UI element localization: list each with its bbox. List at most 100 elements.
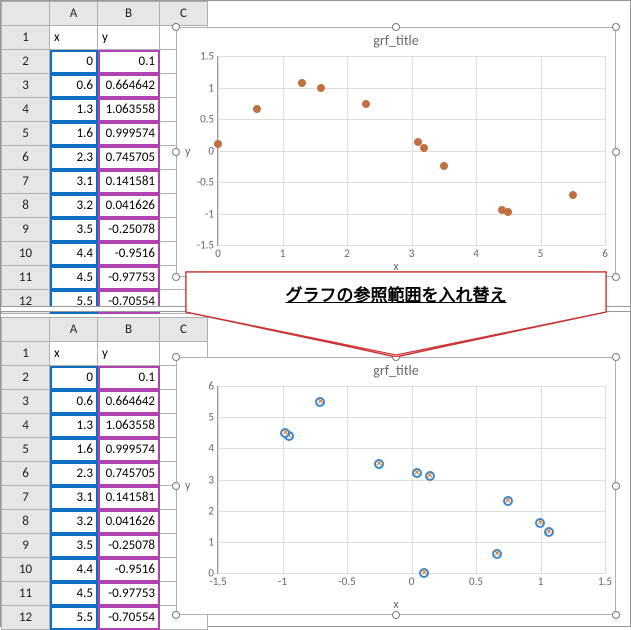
- cell-B12[interactable]: -0.70554: [98, 606, 160, 630]
- data-point[interactable]: [298, 79, 306, 87]
- resize-handle-icon[interactable]: [392, 23, 400, 31]
- row-header-7[interactable]: 7: [2, 486, 50, 510]
- data-point[interactable]: [412, 468, 422, 478]
- resize-handle-icon[interactable]: [612, 148, 620, 156]
- cell-B8[interactable]: 0.041626: [98, 194, 160, 218]
- cell-A7[interactable]: 3.1: [50, 486, 98, 510]
- data-point[interactable]: [503, 496, 513, 506]
- corner-cell[interactable]: [2, 318, 50, 342]
- data-point[interactable]: [315, 397, 325, 407]
- cell-B2[interactable]: 0.1: [98, 366, 160, 390]
- row-header-6[interactable]: 6: [2, 462, 50, 486]
- resize-handle-icon[interactable]: [172, 482, 180, 490]
- col-header-B[interactable]: B: [98, 2, 160, 26]
- data-point[interactable]: [280, 428, 290, 438]
- cell-B11[interactable]: -0.97753: [98, 582, 160, 606]
- col-header-A[interactable]: A: [50, 318, 98, 342]
- cell-B2[interactable]: 0.1: [98, 50, 160, 74]
- cell-B10[interactable]: -0.9516: [98, 242, 160, 266]
- row-header-10[interactable]: 10: [2, 242, 50, 266]
- resize-handle-icon[interactable]: [612, 482, 620, 490]
- cell-B5[interactable]: 0.999574: [98, 122, 160, 146]
- resize-handle-icon[interactable]: [172, 273, 180, 281]
- row-header-5[interactable]: 5: [2, 122, 50, 146]
- cell-B5[interactable]: 0.999574: [98, 438, 160, 462]
- cell-A3[interactable]: 0.6: [50, 390, 98, 414]
- row-header-8[interactable]: 8: [2, 510, 50, 534]
- cell-A8[interactable]: 3.2: [50, 510, 98, 534]
- resize-handle-icon[interactable]: [172, 611, 180, 619]
- data-point[interactable]: [544, 527, 554, 537]
- cell-A1[interactable]: x: [50, 26, 98, 50]
- data-point[interactable]: [374, 459, 384, 469]
- resize-handle-icon[interactable]: [612, 23, 620, 31]
- row-header-11[interactable]: 11: [2, 266, 50, 290]
- cell-A2[interactable]: 0: [50, 50, 98, 74]
- resize-handle-icon[interactable]: [172, 23, 180, 31]
- row-header-10[interactable]: 10: [2, 558, 50, 582]
- row-header-9[interactable]: 9: [2, 534, 50, 558]
- data-point[interactable]: [504, 208, 512, 216]
- cell-A6[interactable]: 2.3: [50, 146, 98, 170]
- row-header-2[interactable]: 2: [2, 366, 50, 390]
- row-header-1[interactable]: 1: [2, 342, 50, 366]
- resize-handle-icon[interactable]: [172, 353, 180, 361]
- cell-B3[interactable]: 0.664642: [98, 74, 160, 98]
- cell-A11[interactable]: 4.5: [50, 582, 98, 606]
- row-header-9[interactable]: 9: [2, 218, 50, 242]
- cell-A3[interactable]: 0.6: [50, 74, 98, 98]
- data-point[interactable]: [317, 84, 325, 92]
- cell-B7[interactable]: 0.141581: [98, 170, 160, 194]
- row-header-5[interactable]: 5: [2, 438, 50, 462]
- cell-B7[interactable]: 0.141581: [98, 486, 160, 510]
- chart-title[interactable]: grf_title: [177, 28, 615, 49]
- cell-A1[interactable]: x: [50, 342, 98, 366]
- data-point[interactable]: [253, 105, 261, 113]
- row-header-11[interactable]: 11: [2, 582, 50, 606]
- resize-handle-icon[interactable]: [172, 148, 180, 156]
- row-header-6[interactable]: 6: [2, 146, 50, 170]
- cell-A9[interactable]: 3.5: [50, 218, 98, 242]
- cell-A6[interactable]: 2.3: [50, 462, 98, 486]
- row-header-3[interactable]: 3: [2, 390, 50, 414]
- cell-A11[interactable]: 4.5: [50, 266, 98, 290]
- data-point[interactable]: [569, 191, 577, 199]
- cell-B9[interactable]: -0.25078: [98, 218, 160, 242]
- chart-title[interactable]: grf_title: [177, 358, 615, 379]
- cell-B6[interactable]: 0.745705: [98, 462, 160, 486]
- col-header-B[interactable]: B: [98, 318, 160, 342]
- resize-handle-icon[interactable]: [392, 611, 400, 619]
- chart-bottom[interactable]: grf_title y x -1.5-1-0.500.511.50123456: [176, 357, 616, 615]
- row-header-1[interactable]: 1: [2, 26, 50, 50]
- resize-handle-icon[interactable]: [612, 353, 620, 361]
- cell-B10[interactable]: -0.9516: [98, 558, 160, 582]
- data-point[interactable]: [362, 100, 370, 108]
- cell-A10[interactable]: 4.4: [50, 558, 98, 582]
- col-header-C[interactable]: C: [160, 2, 208, 26]
- col-header-A[interactable]: A: [50, 2, 98, 26]
- resize-handle-icon[interactable]: [612, 611, 620, 619]
- cell-A5[interactable]: 1.6: [50, 122, 98, 146]
- cell-A7[interactable]: 3.1: [50, 170, 98, 194]
- cell-A9[interactable]: 3.5: [50, 534, 98, 558]
- cell-A4[interactable]: 1.3: [50, 414, 98, 438]
- resize-handle-icon[interactable]: [612, 273, 620, 281]
- row-header-2[interactable]: 2: [2, 50, 50, 74]
- plot-area[interactable]: -1.5-1-0.500.511.50123456: [217, 386, 605, 574]
- chart-top[interactable]: grf_title y x 0123456-1.5-1-0.500.511.5: [176, 27, 616, 277]
- cell-B1[interactable]: y: [98, 342, 160, 366]
- cell-B3[interactable]: 0.664642: [98, 390, 160, 414]
- data-point[interactable]: [419, 568, 429, 578]
- cell-B4[interactable]: 1.063558: [98, 98, 160, 122]
- cell-B1[interactable]: y: [98, 26, 160, 50]
- row-header-8[interactable]: 8: [2, 194, 50, 218]
- data-point[interactable]: [492, 549, 502, 559]
- data-point[interactable]: [214, 140, 222, 148]
- data-point[interactable]: [440, 162, 448, 170]
- corner-cell[interactable]: [2, 2, 50, 26]
- row-header-12[interactable]: 12: [2, 606, 50, 630]
- cell-B6[interactable]: 0.745705: [98, 146, 160, 170]
- row-header-4[interactable]: 4: [2, 98, 50, 122]
- data-point[interactable]: [535, 518, 545, 528]
- cell-B8[interactable]: 0.041626: [98, 510, 160, 534]
